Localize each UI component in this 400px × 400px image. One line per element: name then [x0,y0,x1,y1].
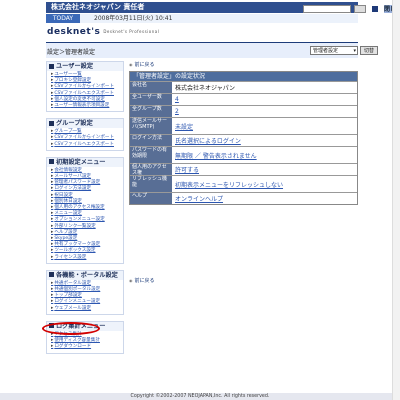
sidebar-group: グループ設定グループ一覧CSVファイルからインポートCSVファイルへエクスポート [46,118,124,151]
status-value-link[interactable]: 無期限 ／ 警告表示されません [175,151,257,160]
square-bullet-icon [49,323,54,329]
sidebar-group-label: ログ集計メニュー [56,322,106,330]
sidebar-group-title: グループ設定 [47,119,123,129]
status-row-value: オンラインヘルプ [172,193,357,204]
status-row-label: ヘルプ [130,193,172,204]
sidebar-group-title: 初期設定メニュー [47,157,123,167]
status-row: 会社名 株式会社ネオジャパン [130,81,357,93]
status-row-value: 無期限 ／ 警告表示されません [172,147,357,163]
user-bar: 株式会社ネオジャパン 責任者 閉じる [46,2,400,14]
sidebar-group: ユーザー設定ユーザー一覧プロキシ登録設定CSVファイルからインポートCSVファイ… [46,61,124,113]
sidebar-link[interactable]: ウェブメール設定 [51,306,121,312]
status-row-label: 個人用のアクセス権 [130,164,172,175]
company-user-label: 株式会社ネオジャパン 責任者 [51,3,145,11]
status-row-label: パスワードの有効期限 [130,147,172,163]
sidebar-group-label: グループ設定 [56,120,93,128]
current-datetime: 2008年03月11日(火) 10:41 [94,15,173,22]
status-row-value: 許可する [172,164,357,175]
status-row-value: 株式会社ネオジャパン [172,82,357,93]
square-bullet-icon [49,272,54,278]
status-row-label: 全ユーザー数 [130,94,172,105]
status-row-value: 4 [172,94,357,105]
status-value-link[interactable]: 初期表示メニューをリフレッシュしない [175,180,283,189]
status-card: 「管理者設定」の設定状況 会社名 株式会社ネオジャパン 全ユーザー数 4 全グループ数 2… [129,71,358,205]
sidebar-link[interactable]: ユーザー情報表示項目設定 [51,103,121,109]
square-bullet-icon [49,120,54,126]
sidebar-link[interactable]: CSVファイルからインポート [51,84,121,90]
settings-sidebar: ユーザー設定ユーザー一覧プロキシ登録設定CSVファイルからインポートCSVファイ… [46,61,124,394]
sidebar-group-title: ユーザー設定 [47,62,123,71]
square-bullet-icon [49,63,54,69]
status-row-value: 氏名選択によるログイン [172,135,357,146]
status-row: ヘルプ オンラインヘルプ [130,192,357,204]
breadcrumb: 設定＞管理者設定 [47,49,96,56]
logo-text: desknet's [47,27,101,37]
copyright-footer: Copyright ©2002-2007 NEOJAPAN,Inc. All r… [0,393,400,400]
desknets-logo[interactable]: desknet's Desknet's Professional [47,27,159,37]
status-row-label: 全グループ数 [130,106,172,117]
status-row: パスワードの有効期限 無期限 ／ 警告表示されません [130,146,357,163]
status-row-label: ログイン方法 [130,135,172,146]
sidebar-item-list: 共通ポータル設定共通個別ポータル設定トップ部設定ログインメニュー設定ウェブメール… [47,280,123,314]
sidebar-link[interactable]: CSVファイルからインポート [51,135,121,141]
square-bullet-icon [49,159,54,165]
sidebar-group: 各機能・ポータル設定共通ポータル設定共通個別ポータル設定トップ部設定ログインメニ… [46,269,124,315]
logo-subtitle: Desknet's Professional [103,29,160,34]
back-link-top[interactable]: 前に戻る [129,61,358,68]
status-row-value: 2 [172,106,357,117]
sidebar-link[interactable]: ライセンス設定 [51,255,121,261]
sidebar-group-label: ユーザー設定 [56,63,94,70]
sidebar-group-label: 各機能・ポータル設定 [56,271,118,279]
date-bar: TODAY 2008年03月11日(火) 10:41 [46,14,358,23]
sidebar-item-list: ユーザー一覧プロキシ登録設定CSVファイルからインポートCSVファイルへエクスポ… [47,71,123,111]
view-select-button[interactable] [354,5,366,13]
sidebar-group-title: ログ集計メニュー [47,321,123,331]
today-tab[interactable]: TODAY [46,14,80,23]
status-row-label: リフレッシュ機能 [130,176,172,192]
status-value-text: 株式会社ネオジャパン [175,85,236,92]
status-row: ログイン方法 氏名選択によるログイン [130,134,357,146]
sidebar-item-list: 会社情報設定メールサーバ設定管理者パスワード設定ログイン方法設定祝日設定個別休日… [47,167,123,263]
status-row: リフレッシュ機能 初期表示メニューをリフレッシュしない [130,175,357,192]
status-value-link[interactable]: オンラインヘルプ [175,194,223,203]
breadcrumb-bar: 設定＞管理者設定 管理者設定 切替 [46,42,378,58]
window-icon[interactable] [371,5,379,13]
status-row: 個人用のアクセス権 許可する [130,163,357,175]
status-row: 全グループ数 2 [130,105,357,117]
status-row-label: 会社名 [130,82,172,93]
back-link-bottom[interactable]: 前に戻る [129,277,155,284]
status-row-value: 未設定 [172,118,357,134]
sidebar-item-list: グループ一覧CSVファイルからインポートCSVファイルへエクスポート [47,128,123,150]
switch-button[interactable]: 切替 [360,46,378,55]
status-value-link[interactable]: 2 [175,108,179,115]
card-title: 「管理者設定」の設定状況 [130,72,357,81]
status-row-label: 送信メールサーバ(SMTP) [130,118,172,134]
page-scrollbar[interactable] [392,0,400,400]
main-content: 前に戻る 「管理者設定」の設定状況 会社名株式会社ネオジャパン全ユーザー数4全グ… [129,61,358,394]
sidebar-link[interactable]: ログダウンロード [51,344,121,350]
status-row: 送信メールサーバ(SMTP) 未設定 [130,117,357,134]
status-value-link[interactable]: 4 [175,96,179,103]
status-row-value: 初期表示メニューをリフレッシュしない [172,176,357,192]
view-select[interactable] [303,5,351,13]
status-value-link[interactable]: 未設定 [175,122,193,131]
sidebar-link[interactable]: CSVファイルへエクスポート [51,142,121,148]
status-value-link[interactable]: 氏名選択によるログイン [175,136,241,145]
sidebar-group: 初期設定メニュー会社情報設定メールサーバ設定管理者パスワード設定ログイン方法設定… [46,156,124,264]
sidebar-group-label: 初期設定メニュー [56,158,106,166]
sidebar-group: ログ集計メニューアクセス集計使用ディスク容量集計ログダウンロード [46,320,124,354]
status-value-link[interactable]: 許可する [175,165,199,174]
top-header: 株式会社ネオジャパン 責任者 閉じる TODAY 2008年03月11日(火) … [0,0,400,40]
manager-settings-select[interactable]: 管理者設定 [310,46,358,55]
status-row: 全ユーザー数 4 [130,93,357,105]
sidebar-link[interactable]: CSVファイルへエクスポート [51,91,121,97]
sidebar-group-title: 各機能・ポータル設定 [47,270,123,280]
sidebar-item-list: アクセス集計使用ディスク容量集計ログダウンロード [47,331,123,353]
